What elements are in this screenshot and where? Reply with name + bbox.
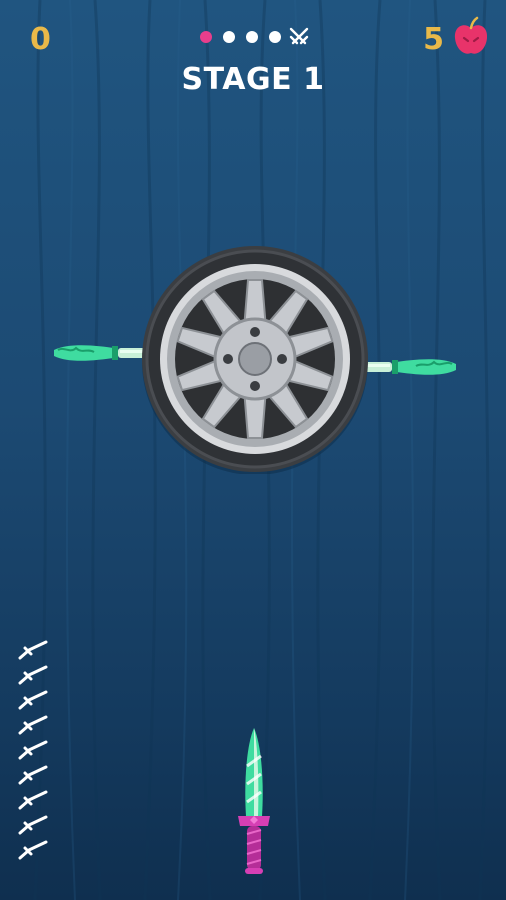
- stage-progress: [200, 26, 314, 46]
- knife-remaining-icon: [18, 665, 48, 685]
- stage-dot-2: [223, 31, 235, 43]
- knives-remaining-list: [16, 640, 56, 862]
- stage-dot-3: [246, 31, 258, 43]
- knife-remaining-icon: [18, 790, 48, 810]
- stage-title: STAGE 1: [181, 62, 325, 97]
- score-counter: 0: [30, 22, 51, 57]
- crossed-swords-icon: [289, 27, 309, 45]
- knife-remaining-icon: [18, 765, 48, 785]
- knife-remaining-icon: [18, 640, 48, 660]
- knife-remaining-icon: [18, 690, 48, 710]
- wheel-target: [142, 246, 368, 474]
- apple-counter: 5: [423, 22, 444, 57]
- stuck-knife-left: [54, 345, 148, 361]
- stage-dot-4: [269, 31, 281, 43]
- knife-remaining-icon: [18, 840, 48, 860]
- stage-dot-1: [200, 31, 212, 43]
- knife-remaining-icon: [18, 715, 48, 735]
- stuck-knife-right: [362, 359, 456, 375]
- player-knife[interactable]: [234, 726, 274, 876]
- apple-icon: [454, 16, 488, 54]
- knife-remaining-icon: [18, 740, 48, 760]
- knife-remaining-icon: [18, 815, 48, 835]
